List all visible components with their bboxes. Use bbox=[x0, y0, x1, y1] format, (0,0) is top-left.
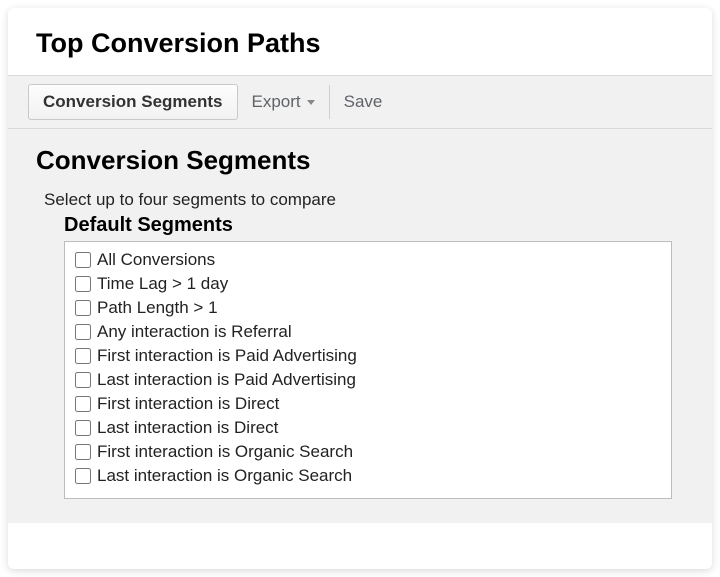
segment-label[interactable]: First interaction is Organic Search bbox=[97, 442, 353, 462]
segment-checkbox-first-paid[interactable] bbox=[75, 348, 91, 364]
export-dropdown[interactable]: Export bbox=[238, 85, 330, 119]
segment-checkbox-path-length[interactable] bbox=[75, 300, 91, 316]
segment-checkbox-last-paid[interactable] bbox=[75, 372, 91, 388]
segment-item: Any interaction is Referral bbox=[75, 320, 661, 344]
segment-item: Last interaction is Organic Search bbox=[75, 464, 661, 488]
segment-item: Last interaction is Direct bbox=[75, 416, 661, 440]
save-button[interactable]: Save bbox=[330, 85, 397, 119]
page-title: Top Conversion Paths bbox=[8, 8, 712, 75]
segment-checkbox-any-referral[interactable] bbox=[75, 324, 91, 340]
segment-checkbox-first-organic[interactable] bbox=[75, 444, 91, 460]
segment-item: Time Lag > 1 day bbox=[75, 272, 661, 296]
segment-checkbox-last-direct[interactable] bbox=[75, 420, 91, 436]
segment-label[interactable]: Time Lag > 1 day bbox=[97, 274, 228, 294]
content-area: Conversion Segments Select up to four se… bbox=[8, 129, 712, 523]
segment-item: Last interaction is Paid Advertising bbox=[75, 368, 661, 392]
segment-list: All Conversions Time Lag > 1 day Path Le… bbox=[64, 241, 672, 499]
caret-down-icon bbox=[307, 100, 315, 105]
segment-label[interactable]: Last interaction is Paid Advertising bbox=[97, 370, 356, 390]
default-segments-title: Default Segments bbox=[32, 214, 688, 241]
segment-item: All Conversions bbox=[75, 248, 661, 272]
segment-item: First interaction is Paid Advertising bbox=[75, 344, 661, 368]
conversion-segments-button-label: Conversion Segments bbox=[43, 92, 223, 111]
toolbar: Conversion Segments Export Save bbox=[8, 75, 712, 129]
segment-checkbox-first-direct[interactable] bbox=[75, 396, 91, 412]
segment-item: First interaction is Organic Search bbox=[75, 440, 661, 464]
segment-label[interactable]: First interaction is Direct bbox=[97, 394, 279, 414]
segment-checkbox-all-conversions[interactable] bbox=[75, 252, 91, 268]
segment-item: Path Length > 1 bbox=[75, 296, 661, 320]
segment-label[interactable]: First interaction is Paid Advertising bbox=[97, 346, 357, 366]
save-label: Save bbox=[344, 92, 383, 112]
segment-label[interactable]: Last interaction is Organic Search bbox=[97, 466, 352, 486]
segment-label[interactable]: All Conversions bbox=[97, 250, 215, 270]
segment-label[interactable]: Any interaction is Referral bbox=[97, 322, 292, 342]
segment-label[interactable]: Last interaction is Direct bbox=[97, 418, 278, 438]
panel-title: Conversion Segments bbox=[32, 139, 688, 188]
instruction-text: Select up to four segments to compare bbox=[32, 188, 688, 214]
report-container: Top Conversion Paths Conversion Segments… bbox=[8, 8, 712, 569]
segment-checkbox-last-organic[interactable] bbox=[75, 468, 91, 484]
segment-item: First interaction is Direct bbox=[75, 392, 661, 416]
segment-checkbox-time-lag[interactable] bbox=[75, 276, 91, 292]
conversion-segments-button[interactable]: Conversion Segments bbox=[28, 84, 238, 120]
segment-label[interactable]: Path Length > 1 bbox=[97, 298, 218, 318]
export-label: Export bbox=[252, 92, 301, 112]
